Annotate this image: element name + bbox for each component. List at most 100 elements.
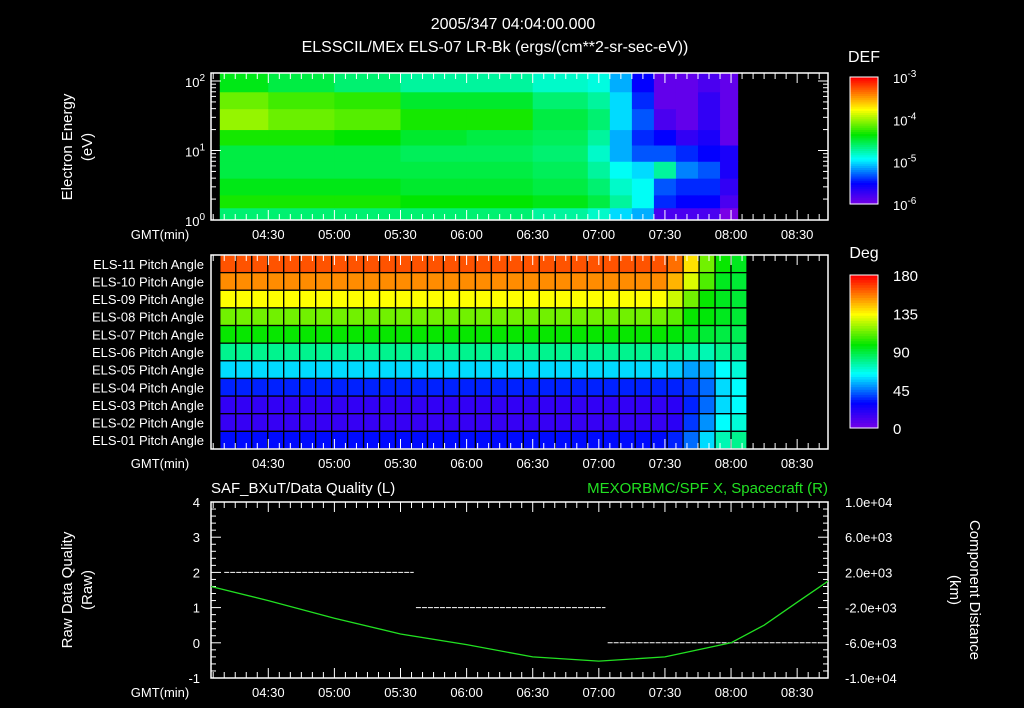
- pitch-angle-xtick-label: 04:30: [252, 456, 285, 471]
- pitch-angle-row-label: ELS-03 Pitch Angle: [92, 398, 204, 413]
- pitch-angle-cell: [714, 413, 732, 433]
- spectrogram-cell: [334, 108, 402, 131]
- pitch-angle-cell: [362, 430, 381, 450]
- pitch-angle-cell: [442, 377, 461, 397]
- pitch-angle-cell: [490, 413, 509, 433]
- pitch-angle-cell: [235, 360, 253, 380]
- pitch-angle-cell: [650, 307, 668, 327]
- spectrogram-cell: [697, 194, 721, 209]
- spectrogram-cell: [609, 144, 633, 162]
- pitch-colorbar-tick-label: 180: [893, 268, 918, 285]
- spectrogram-cell: [631, 178, 655, 196]
- spectrogram-cell: [268, 161, 335, 179]
- pitch-angle-cell: [586, 289, 604, 309]
- spectrogram-cell: [653, 108, 677, 131]
- pitch-angle-cell: [490, 289, 509, 309]
- pitch-angle-cell: [666, 289, 684, 309]
- pitch-angle-cell: [426, 254, 445, 274]
- pitch-angle-cell: [714, 254, 732, 274]
- spectrogram-cell: [653, 144, 677, 162]
- pitch-angle-cell: [538, 430, 556, 450]
- pitch-angle-cell: [378, 395, 397, 415]
- pitch-angle-cell: [586, 395, 604, 415]
- pitch-angle-cell: [219, 271, 237, 291]
- spectrogram-cell: [219, 91, 269, 110]
- pitch-angle-cell: [219, 360, 237, 380]
- quality-right-ylabel-unit: (km): [946, 575, 963, 605]
- pitch-angle-cell: [650, 413, 668, 433]
- pitch-angle-cell: [299, 430, 317, 450]
- pitch-angle-cell: [554, 377, 572, 397]
- pitch-angle-cell: [426, 342, 445, 362]
- pitch-angle-cell: [522, 271, 540, 291]
- pitch-angle-cell: [506, 307, 525, 327]
- pitch-angle-cell: [267, 360, 285, 380]
- pitch-angle-cell: [698, 342, 716, 362]
- pitch-angle-cell: [251, 413, 269, 433]
- pitch-angle-cell: [235, 271, 253, 291]
- spectrogram-colorbar-tick-label: 10-5: [893, 154, 917, 171]
- pitch-angle-cell: [362, 324, 381, 344]
- pitch-angle-cell: [682, 360, 700, 380]
- pitch-angle-cell: [267, 413, 285, 433]
- pitch-angle-cell: [522, 430, 540, 450]
- pitch-angle-cell: [442, 395, 461, 415]
- pitch-angle-cell: [458, 271, 477, 291]
- pitch-angle-cell: [219, 377, 237, 397]
- pitch-angle-cell: [554, 289, 572, 309]
- pitch-angle-cell: [219, 324, 237, 344]
- pitch-angle-cell: [426, 307, 445, 327]
- pitch-angle-cell: [315, 395, 333, 415]
- pitch-angle-cell: [378, 342, 397, 362]
- pitch-angle-cell: [714, 307, 732, 327]
- pitch-angle-cell: [634, 377, 652, 397]
- spectrogram-cell: [720, 73, 739, 93]
- spectrogram-cell: [532, 178, 589, 196]
- pitch-angle-cell: [315, 307, 333, 327]
- pitch-angle-cell: [394, 430, 413, 450]
- pitch-angle-cell: [346, 307, 365, 327]
- pitch-angle-xtick-label: 07:30: [649, 456, 682, 471]
- pitch-angle-cell: [666, 271, 684, 291]
- pitch-angle-cell: [330, 324, 349, 344]
- spectrogram-cell: [466, 108, 534, 131]
- quality-panel: 04:30 05:00 05:30 06:00 06:30 07:00 07:30 08:00…: [131, 495, 897, 700]
- pitch-angle-cell: [442, 413, 461, 433]
- pitch-angle-cell: [330, 342, 349, 362]
- pitch-angle-cell: [602, 289, 620, 309]
- pitch-angle-cell: [730, 307, 748, 327]
- pitch-angle-cell: [410, 289, 429, 309]
- spectrogram-cell: [219, 178, 269, 196]
- pitch-angle-row-label: ELS-05 Pitch Angle: [92, 363, 204, 378]
- pitch-angle-cell: [538, 307, 556, 327]
- pitch-angle-cell: [714, 395, 732, 415]
- spectrogram-cell: [400, 91, 468, 110]
- pitch-angle-cell: [698, 413, 716, 433]
- pitch-angle-cell: [554, 307, 572, 327]
- pitch-angle-cell: [362, 395, 381, 415]
- pitch-angle-cell: [235, 395, 253, 415]
- pitch-angle-cell: [283, 254, 301, 274]
- pitch-angle-cell: [458, 324, 477, 344]
- pitch-angle-cell: [666, 307, 684, 327]
- pitch-angle-cell: [251, 307, 269, 327]
- pitch-angle-cell: [714, 289, 732, 309]
- spectrogram-cell: [653, 129, 677, 146]
- pitch-angle-cell: [602, 413, 620, 433]
- spectrogram-cell: [219, 207, 269, 221]
- spectrogram-cell: [334, 194, 402, 209]
- pitch-angle-cell: [315, 289, 333, 309]
- spectrogram-cell: [268, 144, 335, 162]
- spectrogram-cell: [720, 207, 739, 221]
- pitch-angle-cell: [378, 430, 397, 450]
- spectrogram-cell: [219, 108, 269, 131]
- spectrogram-cell: [268, 194, 335, 209]
- pitch-angle-cell: [666, 342, 684, 362]
- pitch-angle-cell: [283, 430, 301, 450]
- spectrogram-cell: [466, 129, 534, 146]
- pitch-angle-cell: [315, 413, 333, 433]
- quality-right-ytick-label: 6.0e+03: [845, 530, 892, 545]
- pitch-angle-panel: ELS-11 Pitch Angle ELS-10 Pitch Angle ELS-…: [92, 254, 918, 471]
- pitch-angle-cell: [538, 413, 556, 433]
- pitch-angle-cell: [522, 254, 540, 274]
